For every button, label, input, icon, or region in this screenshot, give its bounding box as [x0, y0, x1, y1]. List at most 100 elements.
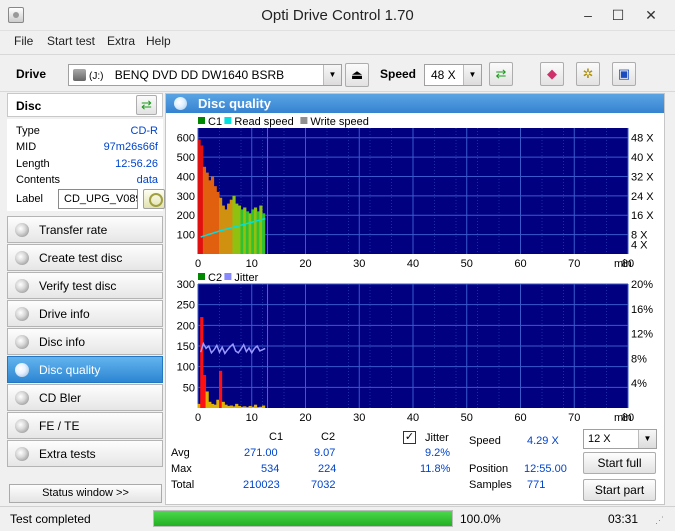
x-tick-label: 40: [407, 412, 419, 424]
x-unit-label: min: [614, 258, 632, 270]
nav-label: Verify test disc: [39, 279, 117, 293]
nav-create-test-disc[interactable]: Create test disc: [7, 244, 163, 271]
avg-label: Avg: [171, 447, 190, 459]
y-tick-label: 200: [177, 210, 195, 222]
close-button[interactable]: ✕: [636, 0, 666, 30]
y-tick-label: 400: [177, 171, 195, 183]
nav-drive-info[interactable]: Drive info: [7, 300, 163, 327]
x-unit-label: min: [614, 412, 632, 424]
disc-label-field[interactable]: CD_UPG_V089: [58, 189, 138, 209]
test-speed-select[interactable]: 12 X ▼: [583, 429, 657, 449]
legend-label: C1: [208, 116, 222, 128]
erase-button[interactable]: ◆: [540, 62, 564, 86]
menu-extra[interactable]: Extra: [107, 34, 135, 48]
max-label: Max: [171, 463, 192, 475]
y-tick-label: 500: [177, 152, 195, 164]
start-part-button[interactable]: Start part: [583, 479, 656, 501]
c1-chart: C1 Read speed Write speed10020030040050060…: [177, 116, 655, 270]
disc-label-row: Label CD_UPG_V089: [16, 189, 165, 211]
save-button[interactable]: ▣: [612, 62, 636, 86]
disc-length-value: 12:56.26: [115, 158, 158, 170]
chevron-down-icon[interactable]: ▼: [638, 430, 656, 448]
nav-label: FE / TE: [39, 419, 80, 433]
x-tick-label: 20: [299, 412, 311, 424]
x-tick-label: 50: [461, 258, 473, 270]
drive-select[interactable]: (J:) BENQ DVD DD DW1640 BSRB ▼: [68, 64, 342, 86]
legend-label: Jitter: [234, 272, 258, 284]
y2-tick-label: 8 X: [631, 230, 648, 242]
max-c1: 534: [261, 463, 280, 475]
disc-icon: [15, 335, 29, 349]
maximize-button[interactable]: ☐: [603, 0, 633, 30]
c2-chart: C2 Jitter 50 100 150 200 250 300 4% 8% 12% 16% 20% 0 1…: [177, 272, 654, 424]
eject-icon: ⏏: [350, 67, 364, 82]
jitter-checkbox[interactable]: ✓: [403, 431, 416, 444]
disc-contents-value: data: [136, 174, 158, 186]
speed-label: Speed: [469, 435, 501, 447]
disc-mid-label: MID: [16, 141, 37, 153]
avg-c1: 271.00: [244, 447, 278, 459]
menu-file[interactable]: File: [14, 34, 33, 48]
nav-label: Disc quality: [39, 363, 101, 377]
y-tick-label: 150: [177, 341, 195, 353]
disc-label-icon[interactable]: [143, 189, 165, 209]
legend-label: C2: [208, 272, 222, 284]
test-speed-value: 12 X: [588, 433, 611, 445]
menu-start-test[interactable]: Start test: [47, 34, 95, 48]
x-tick-label: 30: [353, 412, 365, 424]
speed-select[interactable]: 48 X ▼: [424, 64, 482, 86]
eject-button[interactable]: ⏏: [345, 63, 369, 87]
disc-icon: [15, 391, 29, 405]
drive-letter: (J:): [89, 71, 104, 82]
nav-disc-info[interactable]: Disc info: [7, 328, 163, 355]
y-tick-label: 300: [177, 191, 195, 203]
legend-swatch: [224, 273, 232, 280]
legend-swatch: [198, 273, 205, 280]
nav-verify-test-disc[interactable]: Verify test disc: [7, 272, 163, 299]
drive-name: BENQ DVD DD DW1640 BSRB: [114, 68, 285, 82]
legend-swatch: [224, 117, 232, 124]
eraser-icon: ◆: [547, 66, 557, 81]
x-tick-label: 10: [246, 258, 258, 270]
y2-tick-label: 16 X: [631, 210, 654, 222]
save-icon: ▣: [617, 66, 631, 81]
y-tick-label: 300: [177, 279, 195, 291]
disc-type-value: CD-R: [130, 125, 159, 137]
resize-grip-icon[interactable]: ⋰: [655, 515, 664, 526]
max-c2: 224: [318, 463, 337, 475]
nav-label: CD Bler: [39, 391, 82, 405]
y-tick-label: 100: [177, 362, 195, 374]
disc-icon: [15, 363, 29, 377]
status-window-button[interactable]: Status window >>: [9, 484, 162, 503]
minimize-button[interactable]: –: [573, 0, 603, 30]
left-panel: Disc ⇄ Type CD-R MID 97m26s66f Length 12…: [7, 93, 165, 505]
nav-transfer-rate[interactable]: Transfer rate: [7, 216, 163, 243]
y2-tick-label: 48 X: [631, 133, 654, 145]
refresh-speed-button[interactable]: ⇄: [489, 62, 513, 86]
chevron-down-icon[interactable]: ▼: [463, 65, 481, 85]
speed-value: 48 X: [431, 68, 456, 82]
title-bar: Opti Drive Control 1.70 – ☐ ✕: [0, 0, 675, 31]
menu-help[interactable]: Help: [146, 34, 171, 48]
x-tick-label: 70: [568, 258, 580, 270]
main-panel: Disc quality C1 Read speed Write speed 100 2…: [165, 93, 665, 505]
disc-contents-label: Contents: [16, 174, 61, 186]
refresh-disc-button[interactable]: ⇄: [136, 95, 157, 115]
y-tick-label: 100: [177, 230, 195, 242]
legend-label: Write speed: [310, 116, 369, 128]
x-tick-label: 40: [407, 258, 419, 270]
total-c2: 7032: [311, 479, 336, 491]
y2-tick-label: 16%: [631, 304, 653, 316]
chevron-down-icon[interactable]: ▼: [323, 65, 341, 85]
legend-label: Read speed: [234, 116, 293, 128]
nav-cd-bler[interactable]: CD Bler: [7, 384, 163, 411]
nav-label: Extra tests: [39, 447, 96, 461]
status-text: Test completed: [10, 512, 91, 526]
nav-fe-te[interactable]: FE / TE: [7, 412, 163, 439]
speed-label: Speed: [380, 67, 417, 81]
settings-button[interactable]: ✲: [576, 62, 600, 86]
start-full-button[interactable]: Start full: [583, 452, 656, 474]
legend-swatch: [198, 117, 205, 124]
nav-extra-tests[interactable]: Extra tests: [7, 440, 163, 467]
nav-disc-quality[interactable]: Disc quality: [7, 356, 163, 383]
